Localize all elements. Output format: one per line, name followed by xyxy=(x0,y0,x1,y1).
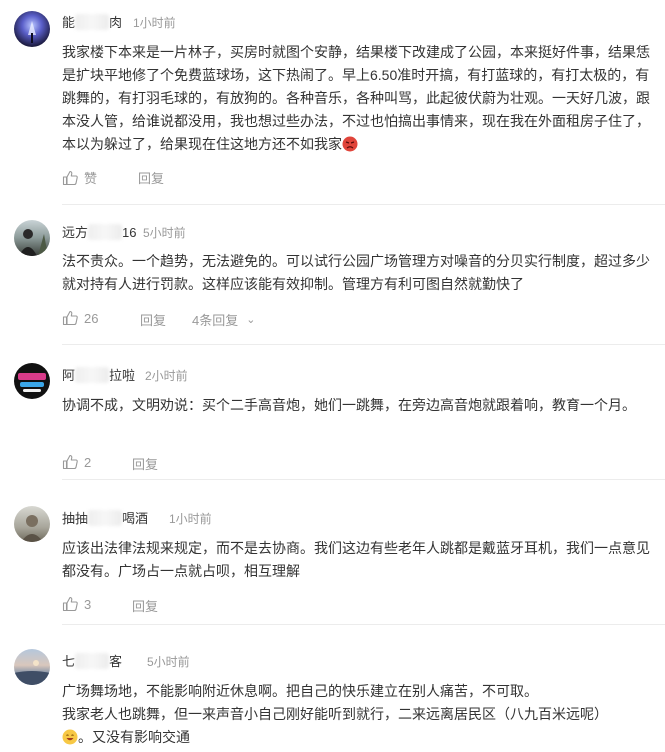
comment-text: 广场舞场地，不能影响附近休息啊。把自己的快乐建立在别人痛苦，不可取。 我家老人也… xyxy=(62,683,608,745)
comment-item: 七客 5小时前 广场舞场地，不能影响附近休息啊。把自己的快乐建立在别人痛苦，不可… xyxy=(0,625,665,745)
username[interactable]: 能肉 xyxy=(62,12,122,31)
thumbs-up-icon xyxy=(62,596,78,612)
username[interactable]: 抽抽 喝酒 xyxy=(62,508,148,527)
like-count: 26 xyxy=(84,310,99,326)
timestamp: 1小时前 xyxy=(133,16,176,30)
like-button[interactable]: 2 xyxy=(62,454,91,470)
masked-name xyxy=(88,224,123,240)
timestamp: 5小时前 xyxy=(143,226,186,240)
reply-button[interactable]: 回复 xyxy=(138,168,164,187)
masked-name xyxy=(88,510,123,526)
avatar[interactable] xyxy=(14,649,50,685)
avatar[interactable] xyxy=(14,363,50,399)
reply-button[interactable]: 回复 xyxy=(140,310,166,329)
comment-text: 协调不成，文明劝说：买个二手高音炮，她们一跳舞，在旁边高音炮就跟着响，教育一个月… xyxy=(62,397,636,413)
avatar[interactable] xyxy=(14,11,50,47)
comment-item: 抽抽 喝酒 1小时前 应该出法律法规来规定，而不是去协商。我们这边有些老年人跳都是… xyxy=(0,480,665,625)
masked-name xyxy=(75,14,110,30)
comment-text: 我家楼下本来是一片林子，买房时就图个安静，结果楼下改建成了公园，本来挺好件事，结… xyxy=(62,44,650,152)
comment-item: 远方 16 5小时前 法不责众。一个趋势，无法避免的。可以试行公园广场管理方对噪音… xyxy=(0,205,665,345)
timestamp: 1小时前 xyxy=(169,512,212,526)
view-replies-button[interactable]: 4条回复 ⌄ xyxy=(192,310,255,329)
timestamp: 5小时前 xyxy=(147,655,190,669)
chevron-down-icon: ⌄ xyxy=(246,314,256,326)
timestamp: 2小时前 xyxy=(145,369,188,383)
masked-name xyxy=(75,653,110,669)
comment-item: 阿拉啦 2小时前 协调不成，文明劝说：买个二手高音炮，她们一跳舞，在旁边高音炮就… xyxy=(0,345,665,480)
reply-button[interactable]: 回复 xyxy=(132,596,158,615)
like-button[interactable]: 26 xyxy=(62,310,98,326)
like-count: 3 xyxy=(84,596,92,612)
username[interactable]: 七客 xyxy=(62,651,122,670)
angry-face-icon xyxy=(342,136,358,152)
comment-text: 应该出法律法规来规定，而不是去协商。我们这边有些老年人跳都是戴蓝牙耳机，我们一点… xyxy=(62,540,650,579)
like-count: 2 xyxy=(84,454,92,470)
username[interactable]: 阿拉啦 xyxy=(62,365,135,384)
avatar[interactable] xyxy=(14,220,50,256)
comment-item: 能肉 1小时前 我家楼下本来是一片林子，买房时就图个安静，结果楼下改建成了公园，… xyxy=(0,0,665,205)
like-button[interactable]: 赞 xyxy=(62,168,97,187)
reply-button[interactable]: 回复 xyxy=(132,454,158,473)
thumbs-up-icon xyxy=(62,454,78,470)
comment-text: 法不责众。一个趋势，无法避免的。可以试行公园广场管理方对噪音的分贝实行制度，超过… xyxy=(62,253,650,292)
thumbs-up-icon xyxy=(62,170,78,185)
username[interactable]: 远方 16 xyxy=(62,222,136,241)
like-button[interactable]: 3 xyxy=(62,596,91,612)
masked-name xyxy=(75,367,110,383)
thumbs-up-icon xyxy=(62,310,78,326)
avatar[interactable] xyxy=(14,506,50,542)
